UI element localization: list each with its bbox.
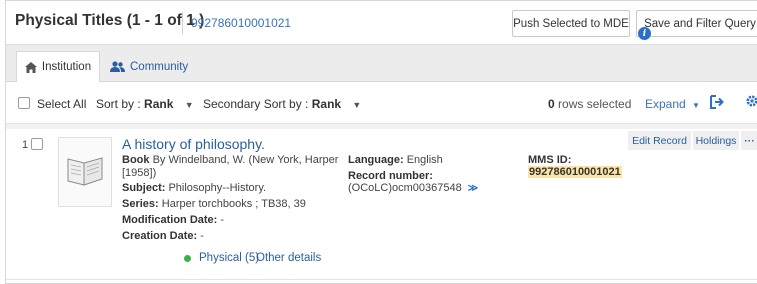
tab-bar: Institution Community: [6, 45, 757, 82]
expand-label: Expand: [645, 97, 686, 111]
push-selected-button[interactable]: Push Selected to MDE: [512, 10, 630, 37]
availability-status-dot: [184, 255, 191, 262]
record-title-link[interactable]: A history of philosophy.: [122, 136, 265, 152]
record-author-date: [1958]): [122, 167, 157, 179]
holdings-button[interactable]: Holdings: [693, 131, 739, 150]
modification-label: Modification Date:: [122, 214, 218, 226]
series-value: Harper torchbooks ; TB38, 39: [161, 198, 306, 210]
subject-value: Philosophy--History.: [168, 182, 267, 194]
subject-label: Subject:: [122, 182, 166, 194]
caret-down-icon: ▼: [352, 100, 362, 110]
tab-community-label: Community: [130, 60, 189, 73]
edit-record-button[interactable]: Edit Record: [628, 131, 691, 150]
select-all-checkbox[interactable]: [18, 97, 30, 109]
language-label: Language:: [348, 154, 404, 166]
tab-institution[interactable]: Institution: [16, 51, 100, 82]
info-icon[interactable]: i: [638, 27, 651, 40]
more-actions-button[interactable]: ···: [741, 131, 757, 150]
expand-dropdown[interactable]: Expand ▼: [645, 97, 700, 111]
expand-more-icon[interactable]: ≫: [468, 183, 478, 194]
export-icon[interactable]: [709, 94, 725, 113]
mms-id-label: MMS ID:: [528, 154, 572, 166]
home-icon: [24, 61, 37, 73]
rows-selected-count: 0 rows selected: [548, 97, 631, 111]
record-language: Language: English: [348, 154, 443, 167]
record-modification-date: Modification Date: -: [122, 214, 224, 227]
secondary-sort-dropdown[interactable]: Secondary Sort by : Rank ▼: [203, 97, 361, 111]
sort-by-label: Sort by :: [96, 97, 141, 111]
record-number: (OCoLC)ocm00367548 ≫: [348, 182, 478, 195]
divider: [6, 124, 757, 129]
physical-inventory-link[interactable]: Physical (5): [199, 252, 259, 264]
tab-community[interactable]: Community: [110, 51, 188, 82]
tab-institution-label: Institution: [41, 61, 92, 73]
record-creation-date: Creation Date: -: [122, 230, 204, 243]
sort-by-dropdown[interactable]: Sort by : Rank ▼: [96, 97, 194, 111]
title-divider: [182, 12, 183, 34]
record-author: Book By Windelband, W. (New York, Harper: [122, 154, 338, 167]
record-series: Series: Harper torchbooks ; TB38, 39: [122, 198, 306, 211]
sort-by-value: Rank: [144, 97, 174, 111]
gear-icon[interactable]: [745, 94, 757, 111]
rows-count-value: 0: [548, 97, 555, 111]
creation-label: Creation Date:: [122, 230, 198, 242]
book-thumbnail: [58, 137, 112, 207]
language-value: English: [406, 154, 443, 166]
users-icon: [110, 61, 125, 72]
save-filter-query-button[interactable]: Save and Filter Query: [636, 10, 757, 37]
query-mms-link[interactable]: 992786010001021: [191, 16, 291, 30]
other-details-link[interactable]: Other details: [256, 252, 321, 264]
modification-value: -: [220, 214, 225, 226]
series-label: Series:: [122, 198, 159, 210]
creation-value: -: [200, 230, 204, 242]
secondary-sort-value: Rank: [311, 97, 342, 111]
row-number: 1: [22, 139, 29, 151]
record-number-value: (OCoLC)ocm00367548: [348, 182, 462, 194]
book-icon: [67, 157, 103, 186]
mms-id-value: 992786010001021: [528, 166, 622, 178]
record-author-text: By Windelband, W. (New York, Harper: [152, 154, 339, 166]
results-panel: Physical Titles (1 - 1 of 1 ) 9927860100…: [5, 0, 757, 284]
results-header: Physical Titles (1 - 1 of 1 ) 9927860100…: [6, 1, 757, 45]
page-title: Physical Titles (1 - 1 of 1 ): [15, 12, 205, 29]
divider: [6, 279, 757, 280]
row-checkbox[interactable]: [31, 138, 43, 150]
caret-down-icon: ▼: [184, 100, 194, 110]
caret-down-icon: ▼: [692, 101, 700, 110]
results-toolbar: Select All Sort by : Rank ▼ Secondary So…: [6, 83, 757, 124]
rows-count-suffix: rows selected: [558, 97, 632, 111]
select-all-label[interactable]: Select All: [37, 97, 86, 111]
record-subject: Subject: Philosophy--History.: [122, 182, 266, 195]
secondary-sort-label: Secondary Sort by :: [203, 97, 309, 111]
record-type: Book: [122, 154, 150, 166]
